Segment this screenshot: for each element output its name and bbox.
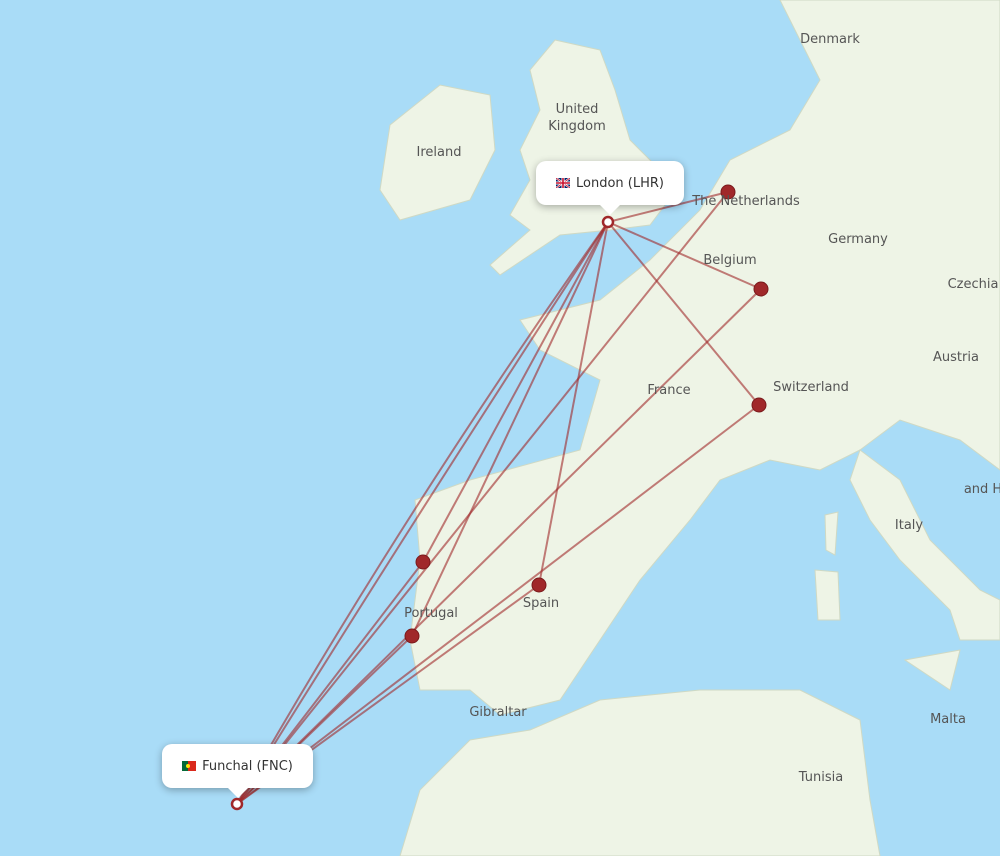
destination-marker[interactable] (230, 797, 244, 811)
label-malta: Malta (930, 712, 966, 727)
land-corsica (824, 511, 839, 556)
label-portugal: Portugal (404, 606, 458, 621)
gb-flag-icon (556, 178, 570, 188)
label-tunisia: Tunisia (798, 770, 844, 785)
origin-label: London (LHR) (576, 175, 664, 191)
label-czechia: Czechia (947, 277, 999, 292)
label-belgium: Belgium (703, 253, 757, 268)
origin-marker[interactable] (601, 215, 615, 229)
land-europe (409, 0, 1000, 716)
label-ireland: Ireland (416, 145, 462, 160)
label-denmark: Denmark (800, 32, 860, 47)
destination-callout[interactable]: Funchal (FNC) (162, 744, 313, 798)
stopover-marker[interactable] (404, 628, 420, 644)
pt-flag-icon (182, 761, 197, 771)
stopover-marker[interactable] (751, 397, 767, 413)
label-austria: Austria (933, 350, 979, 365)
map-canvas[interactable] (0, 0, 1000, 856)
stopover-marker[interactable] (753, 281, 769, 297)
label-spain: Spain (522, 596, 560, 611)
label-gibraltar: Gibraltar (469, 705, 527, 720)
label-netherlands: The Netherlands (692, 194, 800, 209)
land-italy (849, 449, 1000, 641)
label-united-kingdom: United Kingdom (548, 102, 606, 134)
stopover-marker[interactable] (415, 554, 431, 570)
origin-callout[interactable]: London (LHR) (536, 161, 684, 215)
destination-label: Funchal (FNC) (202, 758, 293, 774)
label-switzerland: Switzerland (773, 380, 849, 395)
land (379, 0, 1000, 856)
label-bosnia-partial: and H (963, 482, 1000, 497)
land-great-britain (489, 39, 666, 276)
stopover-marker[interactable] (531, 577, 547, 593)
label-france: France (647, 383, 691, 398)
label-italy: Italy (894, 518, 924, 533)
label-germany: Germany (828, 232, 888, 247)
land-sicily (903, 649, 961, 691)
land-sardinia (814, 569, 841, 621)
